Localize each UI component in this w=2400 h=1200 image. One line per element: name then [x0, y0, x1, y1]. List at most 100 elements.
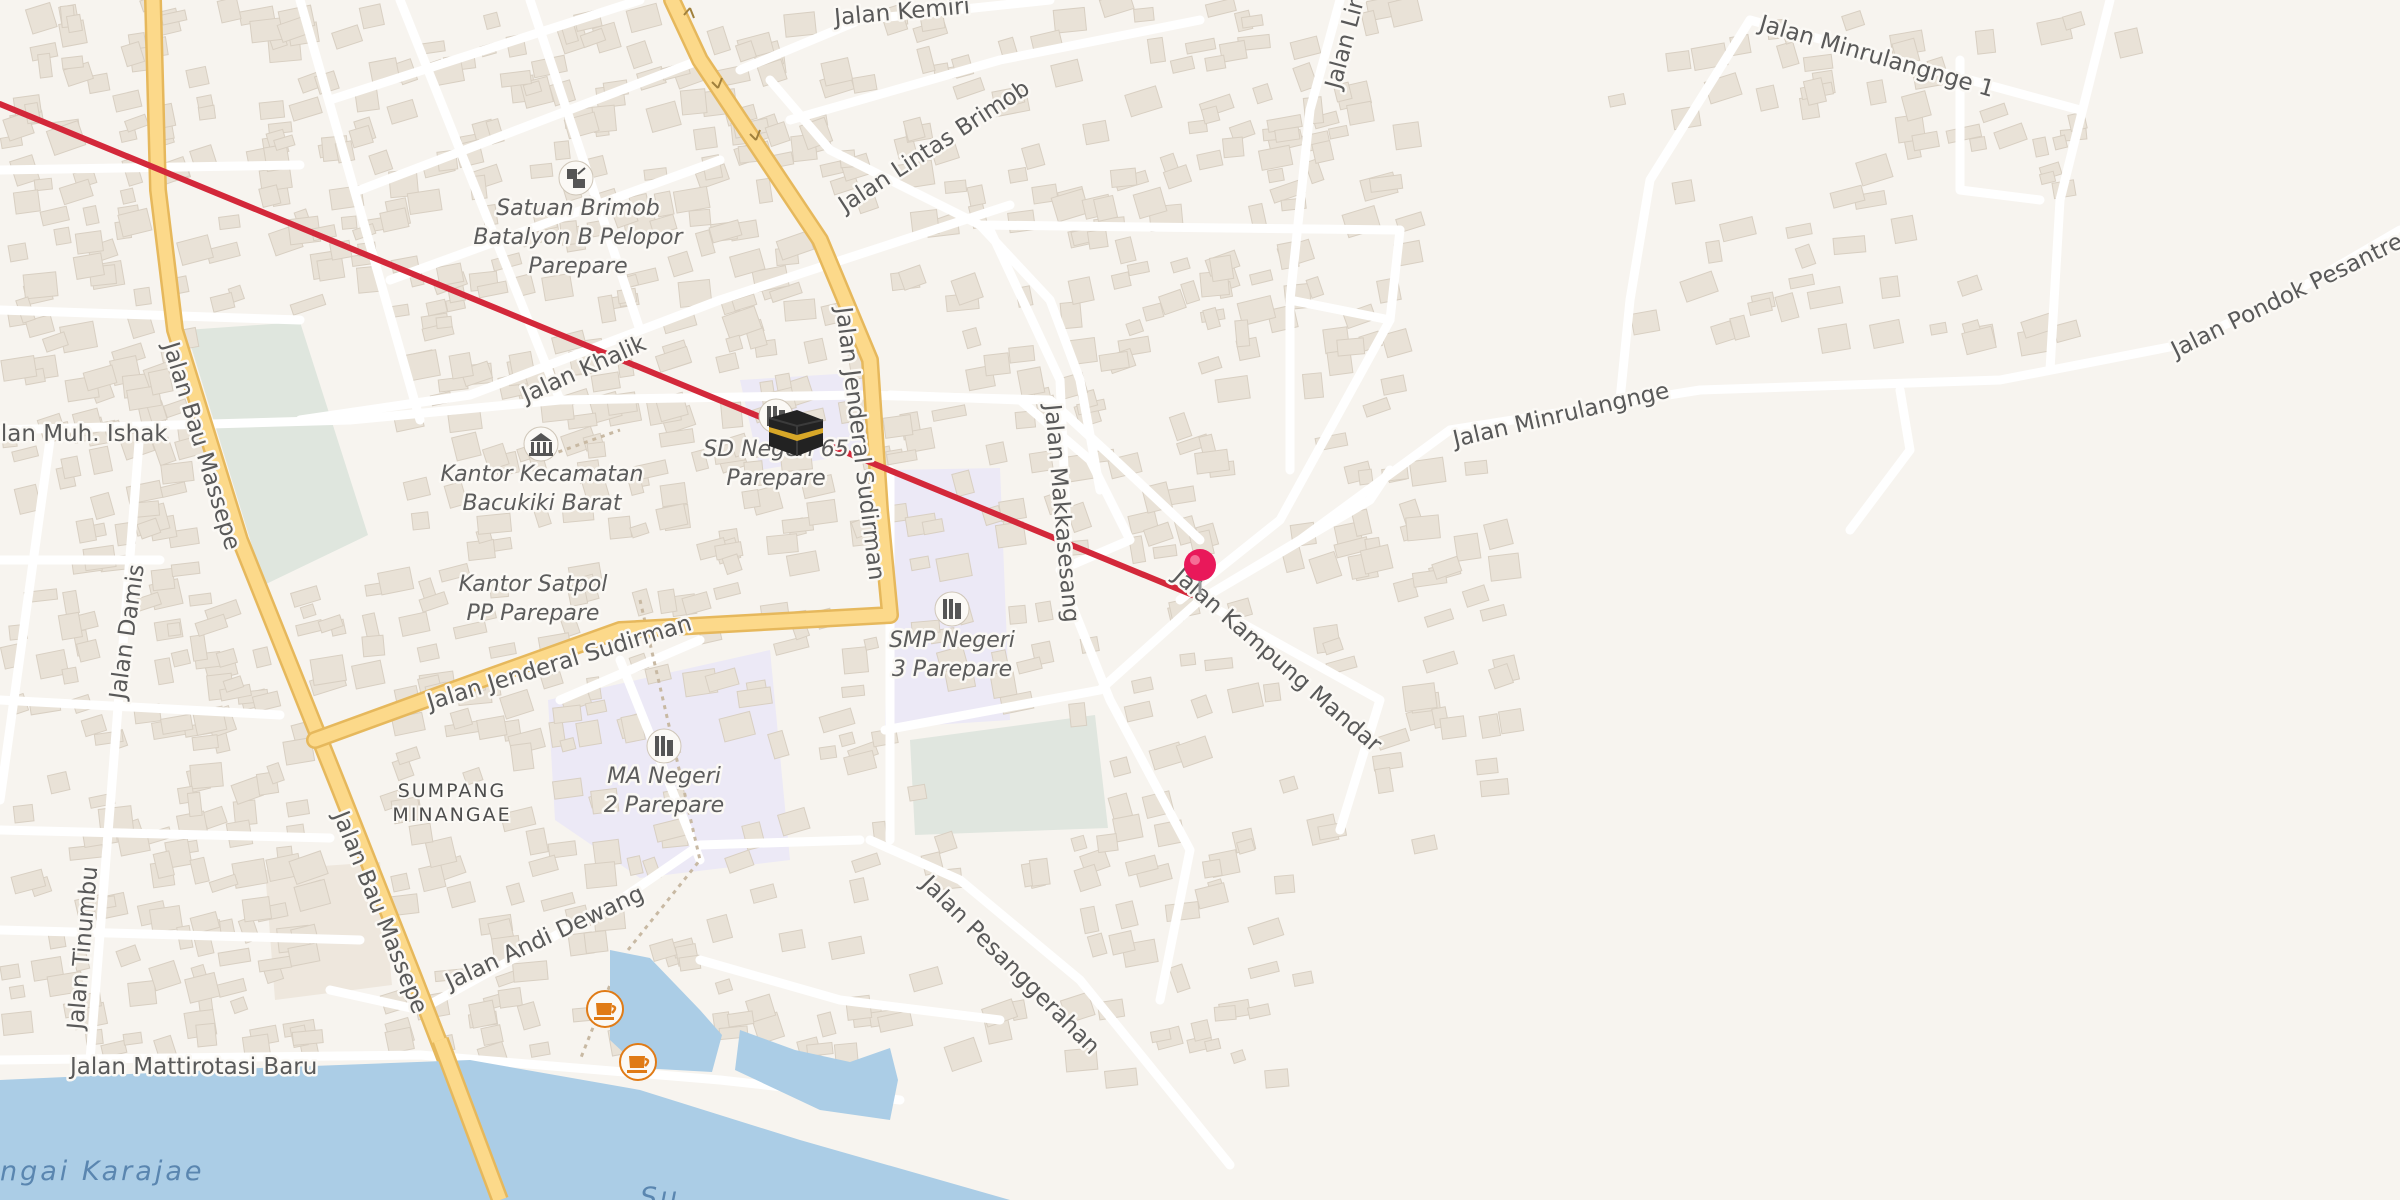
building [741, 489, 761, 510]
label-kecamatan-1: Kantor Kecamatan [441, 462, 644, 487]
building [1007, 166, 1029, 184]
building [983, 352, 1011, 377]
building [783, 11, 817, 38]
building [1067, 276, 1095, 305]
building [37, 52, 53, 79]
building [74, 230, 104, 255]
building [61, 55, 84, 70]
map-canvas[interactable]: Jalan Bau Massepe Jalan Bau Massepe Jala… [0, 0, 2400, 1200]
building [818, 745, 838, 761]
building [1487, 552, 1522, 582]
building [75, 517, 98, 544]
building [552, 704, 583, 725]
building [450, 431, 482, 462]
label-kecamatan-2: Bacukiki Barat [462, 491, 622, 516]
building [1052, 6, 1088, 34]
building [46, 771, 71, 795]
building [12, 803, 35, 824]
building [340, 215, 358, 230]
map-svg: Jalan Bau Massepe Jalan Bau Massepe Jala… [0, 0, 2400, 1200]
police-icon[interactable] [558, 160, 594, 196]
building [119, 187, 137, 205]
building [1208, 254, 1235, 283]
building [435, 315, 453, 330]
building [1070, 834, 1088, 852]
building [482, 11, 501, 31]
building [65, 13, 83, 34]
building [1464, 459, 1489, 476]
school-icon-ma[interactable] [646, 728, 682, 764]
label-ma-1: MA Negeri [607, 764, 721, 789]
building [57, 611, 84, 641]
cafe-icon[interactable] [586, 990, 624, 1028]
building [659, 481, 688, 508]
building [497, 987, 523, 1009]
building [150, 567, 176, 592]
building [0, 963, 21, 981]
building [1392, 121, 1422, 151]
building [133, 286, 152, 307]
label-brimob-2: Batalyon B Pelopor [473, 225, 684, 250]
building [468, 999, 498, 1029]
building [1879, 275, 1901, 299]
building [1096, 833, 1119, 854]
building [60, 455, 82, 480]
label-sumpang-2: MINANGAE [392, 804, 511, 826]
building [1868, 318, 1905, 350]
building [1497, 708, 1525, 735]
building [476, 512, 513, 535]
building [406, 188, 443, 216]
building [1629, 309, 1661, 336]
building [384, 1026, 415, 1055]
building [783, 298, 817, 322]
label-muh-ishak: Jalan Muh. Ishak [0, 421, 168, 447]
building [258, 100, 286, 121]
building [1082, 119, 1110, 146]
building [1, 1010, 34, 1037]
building [692, 126, 718, 151]
building [309, 654, 347, 686]
building [1016, 366, 1046, 398]
building [12, 189, 41, 215]
building [1179, 652, 1197, 667]
building [607, 515, 633, 540]
building [1234, 319, 1251, 348]
building [166, 622, 182, 637]
school-icon-smp[interactable] [934, 591, 970, 627]
building [1439, 715, 1467, 740]
building [361, 634, 386, 658]
building [1214, 374, 1251, 404]
building [1194, 448, 1231, 475]
building [410, 511, 431, 531]
building [1098, 350, 1130, 372]
building [1008, 344, 1036, 364]
building [218, 214, 241, 231]
building [851, 74, 878, 94]
building [755, 177, 774, 204]
building [196, 94, 214, 109]
building [529, 162, 554, 179]
building [882, 413, 914, 439]
townhall-icon[interactable] [523, 426, 559, 462]
building [1028, 857, 1051, 887]
building [185, 65, 210, 89]
building [448, 352, 474, 380]
building [1475, 757, 1499, 776]
building [1266, 167, 1285, 184]
building [1969, 135, 1988, 152]
building [583, 929, 609, 955]
label-smp-2: 3 Parepare [892, 657, 1012, 682]
building [803, 337, 828, 364]
building [0, 355, 38, 382]
building [1974, 28, 1997, 55]
label-brimob-1: Satuan Brimob [496, 196, 660, 221]
cafe-icon-2[interactable] [619, 1043, 657, 1081]
building [1929, 321, 1948, 336]
building [191, 734, 219, 751]
building [509, 742, 535, 772]
building [241, 896, 273, 923]
building [679, 88, 708, 116]
building [529, 1041, 551, 1058]
label-mattirotasi-baru: Jalan Mattirotasi Baru [68, 1054, 317, 1080]
building [1273, 874, 1296, 895]
